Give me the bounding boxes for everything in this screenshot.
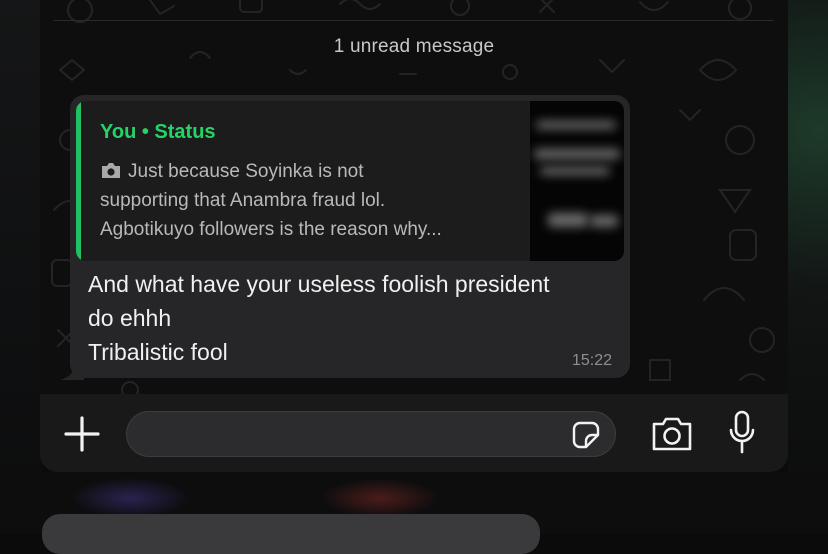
blurred-app-content <box>320 478 440 518</box>
quote-accent-bar <box>76 101 81 261</box>
quote-line: supporting that Anambra fraud lol. <box>100 190 386 211</box>
message-line: And what have your useless foolish presi… <box>88 271 550 297</box>
quoted-status-reply[interactable]: You • Status Just because Soyinka is not… <box>76 101 624 261</box>
background-right-blur <box>788 0 828 534</box>
quote-line: Agbotikuyo followers is the reason why..… <box>100 219 442 240</box>
message-input[interactable] <box>126 411 616 457</box>
message-bubble[interactable]: You • Status Just because Soyinka is not… <box>70 95 630 378</box>
quote-line-text: Just because Soyinka is not <box>128 161 364 182</box>
quote-author: You • Status <box>100 121 216 143</box>
plus-icon[interactable] <box>62 414 102 454</box>
status-thumbnail <box>530 101 624 261</box>
message-line: do ehhh <box>88 305 172 331</box>
message-timestamp: 15:22 <box>571 352 612 369</box>
background-left-blur <box>0 0 42 534</box>
message-text: And what have your useless foolish presi… <box>88 267 628 369</box>
quote-text: Just because Soyinka is not supporting t… <box>100 157 530 244</box>
camera-icon <box>102 163 120 178</box>
camera-icon[interactable] <box>650 414 694 454</box>
message-input-bar <box>40 394 788 472</box>
divider <box>54 20 774 21</box>
message-line: Tribalistic fool <box>88 339 228 365</box>
sticker-icon[interactable] <box>571 420 601 450</box>
blurred-card <box>42 514 540 554</box>
quote-line: Just because Soyinka is not <box>100 157 530 186</box>
unread-messages-banner: 1 unread message <box>333 36 495 57</box>
microphone-icon[interactable] <box>728 410 756 456</box>
blurred-app-content <box>70 478 190 518</box>
chat-window: 1 unread message You • Status Just becau… <box>40 0 788 472</box>
